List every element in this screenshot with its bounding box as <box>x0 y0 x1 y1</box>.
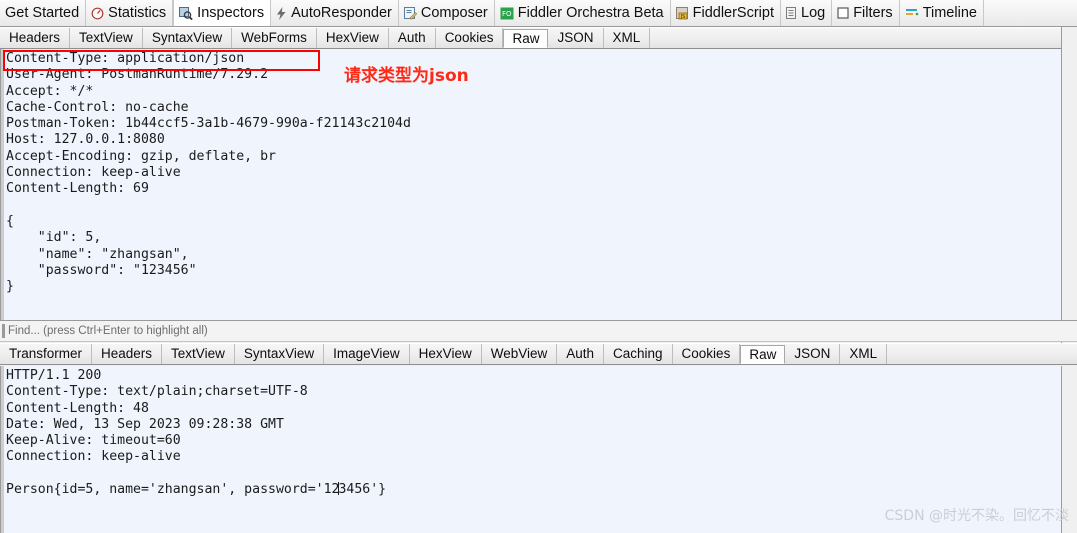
find-input-placeholder: Find... (press Ctrl+Enter to highlight a… <box>8 325 208 337</box>
response-tab-textview[interactable]: TextView <box>162 344 235 364</box>
request-tab-raw[interactable]: Raw <box>503 29 549 48</box>
response-tab-caching[interactable]: Caching <box>604 344 673 364</box>
response-tab-cookies[interactable]: Cookies <box>673 344 741 364</box>
fiddler-window: Get Started Statistics Inspectors AutoRe… <box>0 0 1077 533</box>
response-tab-auth[interactable]: Auth <box>557 344 605 364</box>
main-tab-composer[interactable]: Composer <box>399 0 495 26</box>
tab-label: TextView <box>171 346 225 362</box>
tab-label: ImageView <box>333 346 400 362</box>
response-body-text: HTTP/1.1 200 Content-Type: text/plain;ch… <box>1 366 1061 498</box>
main-tab-label: Filters <box>853 4 893 21</box>
main-tab-label: Composer <box>420 4 488 21</box>
response-body-before-caret: HTTP/1.1 200 Content-Type: text/plain;ch… <box>6 368 340 498</box>
tab-label: XML <box>849 346 878 362</box>
tab-label: Auth <box>566 346 595 362</box>
response-tabstrip-filler <box>887 344 1077 364</box>
tab-label: Cookies <box>444 30 494 46</box>
main-tab-statistics[interactable]: Statistics <box>86 0 174 26</box>
compose-icon <box>403 6 417 20</box>
request-tab-syntaxview[interactable]: SyntaxView <box>143 28 233 48</box>
tab-label: HexView <box>418 346 472 362</box>
main-tab-label: Get Started <box>5 4 80 21</box>
response-body-after-caret: 3456'} <box>338 482 387 498</box>
request-tab-xml[interactable]: XML <box>604 28 651 48</box>
request-pane-right-strip <box>1061 27 1077 343</box>
response-tab-raw[interactable]: Raw <box>740 345 786 364</box>
response-tab-webview[interactable]: WebView <box>482 344 558 364</box>
response-pane-gutter <box>1 366 4 533</box>
tab-label: Cookies <box>681 346 731 362</box>
tab-label: HexView <box>325 30 379 46</box>
tab-label: Transformer <box>9 346 83 362</box>
main-tab-label: Inspectors <box>197 4 265 21</box>
request-pane-gutter <box>1 49 4 320</box>
svg-text:JS: JS <box>679 14 685 20</box>
request-tab-webforms[interactable]: WebForms <box>232 28 317 48</box>
timeline-icon <box>905 7 919 19</box>
request-tab-textview[interactable]: TextView <box>70 28 143 48</box>
tab-label: SyntaxView <box>151 30 223 46</box>
tab-label: Headers <box>9 30 61 46</box>
tab-label: Auth <box>397 30 426 46</box>
request-annotation-text: 请求类型为json <box>344 66 469 86</box>
main-tab-label: AutoResponder <box>291 4 392 21</box>
request-tab-cookies[interactable]: Cookies <box>436 28 504 48</box>
find-bar[interactable]: Find... (press Ctrl+Enter to highlight a… <box>0 320 1077 342</box>
statistics-icon <box>91 7 104 20</box>
log-icon <box>786 6 797 20</box>
main-tab-filters[interactable]: Filters <box>832 0 900 26</box>
filters-icon <box>837 7 849 19</box>
tab-label: XML <box>612 30 641 46</box>
tab-label: WebView <box>490 346 548 362</box>
main-tab-timeline[interactable]: Timeline <box>900 0 984 26</box>
find-input-caret <box>2 324 5 338</box>
main-tab-fiddler-orchestra[interactable]: FO Fiddler Orchestra Beta <box>495 0 671 26</box>
main-tab-autoresponder[interactable]: AutoResponder <box>271 0 399 26</box>
main-tab-log[interactable]: Log <box>781 0 833 26</box>
tab-label: Raw <box>512 30 540 46</box>
tab-label: JSON <box>794 346 831 362</box>
main-tab-fiddlerscript[interactable]: JS FiddlerScript <box>671 0 781 26</box>
response-tab-imageview[interactable]: ImageView <box>324 344 410 364</box>
main-tab-label: Log <box>801 4 826 21</box>
tab-label: WebForms <box>241 30 307 46</box>
response-tab-syntaxview[interactable]: SyntaxView <box>235 344 325 364</box>
request-body-text: Content-Type: application/json User-Agen… <box>6 51 411 295</box>
request-tab-json[interactable]: JSON <box>548 28 604 48</box>
watermark: CSDN @时光不染。回忆不淡 <box>884 508 1069 524</box>
request-tab-headers[interactable]: Headers <box>0 28 71 48</box>
response-tab-hexview[interactable]: HexView <box>410 344 482 364</box>
main-toolbar: Get Started Statistics Inspectors AutoRe… <box>0 0 1077 27</box>
lightning-icon <box>276 6 287 20</box>
response-tabstrip: Transformer Headers TextView SyntaxView … <box>0 343 1077 365</box>
tab-label: Caching <box>613 346 663 362</box>
request-tabstrip: Headers TextView SyntaxView WebForms Hex… <box>0 27 1077 49</box>
tab-label: TextView <box>79 30 133 46</box>
response-tab-headers[interactable]: Headers <box>92 344 163 364</box>
main-tab-inspectors[interactable]: Inspectors <box>173 0 272 26</box>
main-tab-label: FiddlerScript <box>692 4 774 21</box>
main-tab-label: Statistics <box>108 4 167 21</box>
script-icon: JS <box>675 6 689 20</box>
main-tab-label: Fiddler Orchestra Beta <box>517 4 664 21</box>
tab-label: Raw <box>749 346 777 362</box>
response-tab-json[interactable]: JSON <box>785 344 841 364</box>
inspectors-icon <box>179 6 193 20</box>
tab-label: SyntaxView <box>243 346 315 362</box>
orchestra-icon: FO <box>500 7 514 20</box>
tab-label: JSON <box>557 30 594 46</box>
request-tabstrip-filler <box>650 28 1077 48</box>
main-tab-label: Timeline <box>922 4 977 21</box>
main-tab-get-started[interactable]: Get Started <box>0 0 87 26</box>
tab-label: Headers <box>101 346 153 362</box>
response-tab-transformer[interactable]: Transformer <box>0 344 93 364</box>
svg-text:FO: FO <box>502 10 512 18</box>
request-raw-textarea[interactable]: Content-Type: application/json User-Agen… <box>0 49 1062 320</box>
response-tab-xml[interactable]: XML <box>840 344 888 364</box>
request-tab-hexview[interactable]: HexView <box>317 28 389 48</box>
request-tab-auth[interactable]: Auth <box>389 28 436 48</box>
